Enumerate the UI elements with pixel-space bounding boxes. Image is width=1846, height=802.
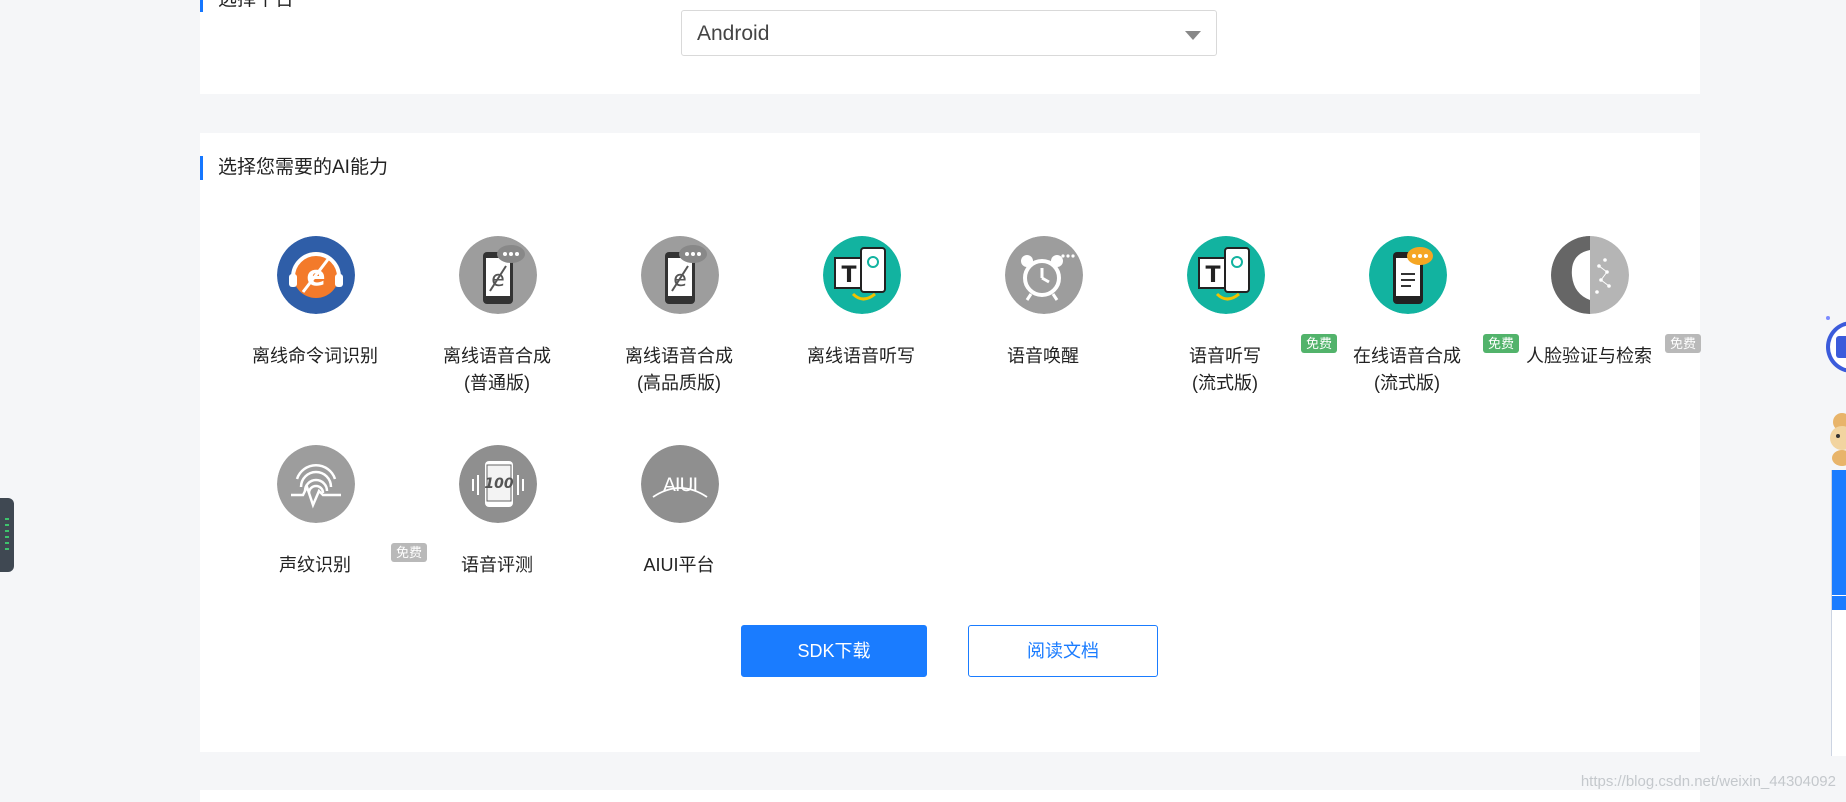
- streaming-dictation-icon: T: [1187, 236, 1265, 314]
- online-tts-icon: [1369, 236, 1447, 314]
- ai-item-offline-dictation[interactable]: T 离线语音听写: [770, 236, 952, 426]
- mascot-icon[interactable]: [1822, 408, 1846, 468]
- speech-eval-icon: 100: [459, 445, 537, 523]
- left-float-handle[interactable]: [0, 498, 14, 572]
- ai-item-face[interactable]: 人脸验证与检索 免费: [1498, 236, 1702, 426]
- chevron-down-icon: [1185, 31, 1201, 40]
- ai-item-label: 声纹识别: [224, 552, 406, 579]
- ai-item-label: 语音唤醒: [952, 343, 1134, 370]
- ai-item-label-line1: AIUI平台: [643, 555, 715, 575]
- svg-text:T: T: [1205, 263, 1220, 288]
- ai-item-voiceprint[interactable]: 声纹识别 免费: [224, 445, 428, 635]
- right-side-bar[interactable]: [1831, 470, 1846, 756]
- ai-item-label: 离线命令词识别: [224, 343, 406, 370]
- platform-select-value: Android: [697, 22, 770, 45]
- ai-item-label-line1: 离线语音合成: [625, 346, 733, 366]
- ai-item-label-line1: 离线命令词识别: [252, 346, 378, 366]
- ai-item-tts-standard[interactable]: e 离线语音合成 (普通版): [406, 236, 588, 426]
- ai-item-label-line1: 人脸验证与检索: [1526, 346, 1652, 366]
- ai-item-label-line1: 在线语音合成: [1353, 346, 1461, 366]
- ai-item-label-line1: 语音评测: [461, 555, 533, 575]
- face-icon: [1551, 236, 1629, 314]
- fingerprint-icon: [277, 445, 355, 523]
- ai-item-online-tts[interactable]: 在线语音合成 (流式版) 免费: [1316, 236, 1520, 426]
- svg-text:T: T: [841, 263, 856, 288]
- right-float-widget[interactable]: [1824, 314, 1846, 380]
- alarm-clock-icon: [1005, 236, 1083, 314]
- ai-item-label: 人脸验证与检索: [1498, 343, 1680, 370]
- ai-item-offline-command[interactable]: e 离线命令词识别: [224, 236, 406, 426]
- sdk-download-button[interactable]: SDK下载: [741, 625, 927, 677]
- ai-item-label: 语音评测: [406, 552, 588, 579]
- svg-text:AIUI: AIUI: [663, 474, 697, 496]
- ai-item-tts-hq[interactable]: e 离线语音合成 (高品质版): [588, 236, 770, 426]
- ai-item-label-line1: 声纹识别: [279, 555, 351, 575]
- ai-item-label: 离线语音合成 (高品质版): [588, 343, 770, 397]
- ai-capability-list: e 离线命令词识别 e: [200, 133, 1702, 752]
- ai-item-voice-wakeup[interactable]: 语音唤醒: [952, 236, 1134, 426]
- ai-item-streaming-dictation[interactable]: T 语音听写 (流式版) 免费: [1134, 236, 1338, 426]
- ai-item-speech-eval[interactable]: 100 语音评测: [406, 445, 588, 635]
- ai-capability-panel: 选择您需要的AI能力 e 离线命令词识别: [200, 133, 1702, 752]
- ai-item-label: 在线语音合成 (流式版): [1316, 343, 1498, 397]
- aiui-icon: AIUI: [641, 445, 719, 523]
- svg-text:100: 100: [484, 476, 513, 492]
- platform-section-title: 选择平台: [200, 0, 294, 12]
- offline-dictation-icon: T: [823, 236, 901, 314]
- ai-item-label-line1: 语音唤醒: [1007, 346, 1079, 366]
- right-side-bar-bottom[interactable]: [1832, 596, 1846, 610]
- ai-item-label: 离线语音听写: [770, 343, 952, 370]
- next-panel: [200, 790, 1700, 802]
- platform-panel: 选择平台 Android: [200, 0, 1700, 94]
- tts-standard-icon: e: [459, 236, 537, 314]
- ai-item-label: AIUI平台: [588, 552, 770, 579]
- free-badge: 免费: [1665, 334, 1702, 353]
- ai-item-label-line2: (流式版): [1374, 373, 1440, 393]
- platform-select[interactable]: Android: [681, 10, 1217, 56]
- ai-item-label-line2: (普通版): [464, 373, 530, 393]
- ai-item-label-line2: (流式版): [1192, 373, 1258, 393]
- ai-item-label-line1: 离线语音合成: [443, 346, 551, 366]
- watermark: https://blog.csdn.net/weixin_44304092: [1580, 773, 1836, 790]
- ai-item-label: 语音听写 (流式版): [1134, 343, 1316, 397]
- ai-item-aiui[interactable]: AIUI AIUI平台: [588, 445, 770, 635]
- offline-command-icon: e: [277, 236, 355, 314]
- ai-item-label-line2: (高品质版): [637, 373, 721, 393]
- ai-item-label-line1: 离线语音听写: [807, 346, 915, 366]
- ai-item-label-line1: 语音听写: [1189, 346, 1261, 366]
- read-docs-button[interactable]: 阅读文档: [968, 625, 1158, 677]
- tts-hq-icon: e: [641, 236, 719, 314]
- ai-item-label: 离线语音合成 (普通版): [406, 343, 588, 397]
- right-side-bar-top[interactable]: [1832, 470, 1846, 595]
